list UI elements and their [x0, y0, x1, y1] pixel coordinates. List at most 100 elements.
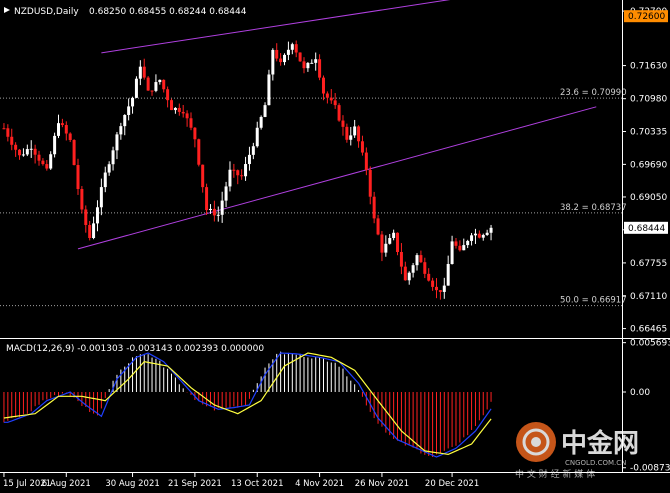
candle-body: [220, 200, 224, 215]
candle-body: [57, 123, 61, 136]
candle-body: [166, 89, 170, 101]
candle-body: [95, 207, 99, 224]
candle-body: [423, 262, 427, 274]
time-axis-label: 20 Dec 2021: [425, 479, 479, 489]
watermark-brand: 中金网: [561, 428, 639, 459]
time-axis-label: 13 Oct 2021: [231, 479, 284, 489]
candle-body: [462, 245, 466, 251]
time-axis-label: 30 Aug 2021: [105, 479, 159, 489]
candle-body: [177, 107, 181, 112]
fibonacci-level-label: 23.6 = 0.70990: [560, 88, 627, 98]
fibonacci-level-label: 50.0 = 0.66917: [560, 296, 627, 306]
candle-body: [10, 136, 14, 145]
candle-body: [158, 79, 162, 83]
candle-body: [247, 154, 251, 165]
candle-body: [224, 186, 228, 201]
candle-body: [255, 127, 259, 147]
candle-body: [286, 49, 290, 55]
candle-body: [364, 152, 368, 170]
candle-body: [33, 148, 37, 155]
candle-body: [399, 251, 403, 267]
candle-body: [14, 144, 18, 150]
candle-body: [306, 62, 310, 69]
candle-body: [396, 232, 400, 252]
time-axis-label: 4 Nov 2021: [295, 479, 344, 489]
macd-label: MACD(12,26,9) -0.001303 -0.003143 0.0023…: [6, 344, 264, 354]
candle-body: [349, 135, 353, 140]
candle-body: [64, 125, 68, 134]
candle-body: [45, 164, 49, 169]
candle-body: [49, 154, 53, 169]
candle-body: [189, 118, 193, 128]
candle-body: [236, 170, 240, 176]
candle-body: [392, 232, 396, 239]
candle-body: [427, 273, 431, 281]
candle-body: [380, 234, 384, 253]
candle-body: [92, 223, 96, 239]
candle-body: [446, 264, 450, 286]
candle-body: [310, 62, 314, 64]
time-axis-label: 26 Nov 2021: [355, 479, 409, 489]
candle-body: [193, 127, 197, 140]
candle-body: [244, 164, 248, 177]
fibonacci-level-label: 38.2 = 0.68737: [560, 203, 627, 213]
candle-body: [298, 52, 302, 62]
candle-body: [162, 79, 166, 90]
candle-body: [115, 134, 119, 151]
candle-body: [271, 49, 275, 75]
candle-body: [53, 135, 57, 155]
price-axis-label: 0.66465: [630, 325, 667, 335]
candle-body: [314, 59, 318, 63]
candle-body: [131, 97, 135, 107]
price-axis-label: 0.67755: [630, 259, 667, 269]
candle-body: [450, 241, 454, 265]
watermark-tagline: 中 文 财 经 新 媒 体: [515, 468, 595, 480]
candle-body: [68, 133, 72, 141]
candle-body: [37, 154, 41, 161]
candle-body: [438, 290, 442, 292]
candle-body: [290, 44, 294, 50]
candle-body: [134, 78, 138, 98]
candle-body: [181, 111, 185, 114]
candle-body: [442, 285, 446, 292]
candle-body: [411, 265, 415, 273]
macd-axis-label: 0.00: [630, 388, 650, 398]
candle-body: [72, 140, 76, 166]
candle-body: [107, 164, 111, 173]
candle-body: [357, 126, 361, 142]
candle-body: [470, 235, 474, 241]
candle-body: [407, 272, 411, 281]
candle-body: [84, 209, 88, 225]
candle-body: [170, 100, 174, 111]
candle-body: [201, 164, 205, 188]
candle-body: [341, 120, 345, 127]
candle-body: [240, 175, 244, 177]
candle-body: [212, 208, 216, 216]
candle-body: [485, 232, 489, 235]
candle-body: [208, 208, 212, 211]
candle-body: [481, 234, 485, 238]
candle-body: [325, 93, 329, 98]
candle-body: [473, 233, 477, 236]
candle-body: [384, 243, 388, 253]
candle-body: [150, 90, 154, 92]
candle-body: [333, 100, 337, 106]
candle-body: [185, 113, 189, 119]
candle-body: [99, 187, 103, 208]
candle-body: [294, 44, 298, 53]
candle-body: [88, 224, 92, 239]
candle-body: [302, 61, 306, 69]
candle-body: [368, 169, 372, 197]
candle-body: [321, 77, 325, 94]
time-axis-label: 21 Sep 2021: [168, 479, 222, 489]
candle-body: [458, 245, 462, 251]
candle-body: [41, 160, 45, 165]
nzdusd-chart: 23.6 = 0.70990 38.2 = 0.68737 50.0 = 0.669…: [0, 0, 670, 493]
candle-body: [345, 126, 349, 140]
candle-body: [477, 233, 481, 238]
price-axis-label: 0.71630: [630, 62, 667, 72]
candle-body: [403, 266, 407, 281]
price-axis-label: 0.70980: [630, 95, 667, 105]
candle-body: [80, 189, 84, 210]
price-axis-label: 0.69050: [630, 193, 667, 203]
